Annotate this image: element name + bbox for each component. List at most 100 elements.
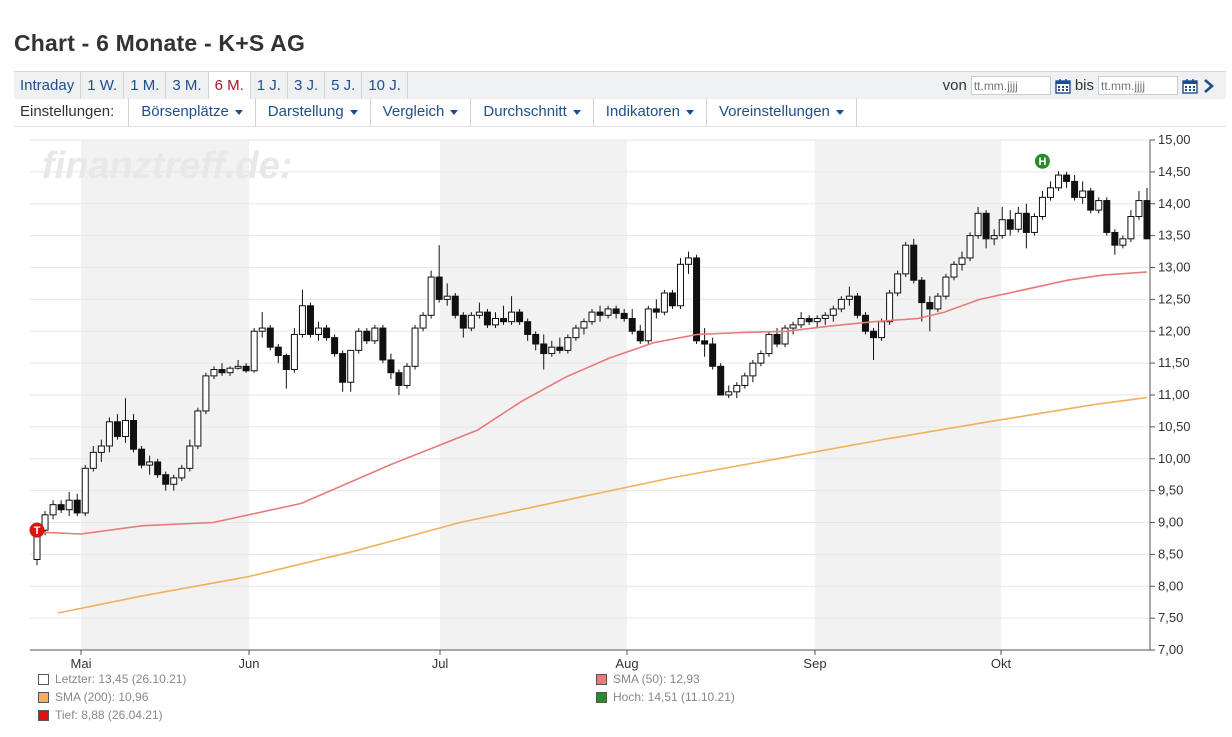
y-tick-label: 13,50 <box>1158 228 1191 243</box>
x-tick-label: Okt <box>991 656 1012 671</box>
calendar-icon[interactable] <box>1055 78 1071 94</box>
y-tick-label: 12,50 <box>1158 291 1191 306</box>
y-tick-label: 8,50 <box>1158 546 1183 561</box>
candle-up <box>797 318 805 326</box>
menu-voreinstellungen[interactable]: Voreinstellungen <box>707 98 857 126</box>
calendar-icon[interactable] <box>1182 78 1198 94</box>
tab-1-w[interactable]: 1 W. <box>81 72 125 99</box>
menu-darstellung[interactable]: Darstellung <box>256 98 371 126</box>
tab-intraday[interactable]: Intraday <box>14 72 82 99</box>
candle-up <box>749 362 757 377</box>
candle-up <box>845 295 853 300</box>
candle-down <box>982 212 990 240</box>
range-toolbar: Intraday 1 W. 1 M. 3 M. 6 M. 1 J. 3 J. 5 J. 10 J… <box>14 71 1226 99</box>
candle-down <box>274 346 282 356</box>
menu-label: Börsenplätze <box>141 103 229 120</box>
settings-label: Einstellungen: <box>14 98 130 126</box>
y-tick-label: 11,50 <box>1158 355 1190 370</box>
x-tick-label: Jun <box>239 656 260 671</box>
tab-5-j[interactable]: 5 J. <box>325 72 363 99</box>
chevron-right-icon[interactable] <box>1202 78 1216 94</box>
candle-down <box>701 340 709 345</box>
candle-up <box>146 461 154 466</box>
y-tick-label: 12,00 <box>1158 323 1191 338</box>
to-date-input[interactable] <box>1098 76 1178 95</box>
candle-down <box>652 308 660 313</box>
candle-up <box>347 349 355 383</box>
candle-up <box>676 263 684 307</box>
candle-up <box>685 257 693 265</box>
candle-down <box>1063 174 1071 182</box>
legend-swatch <box>38 709 49 721</box>
candle-up <box>789 324 797 329</box>
candle-up <box>934 295 942 310</box>
candle-up <box>1135 200 1143 217</box>
candle-down <box>596 311 604 316</box>
menu-vergleich[interactable]: Vergleich <box>371 98 472 126</box>
from-date-input[interactable] <box>970 76 1051 95</box>
candle-down <box>636 330 644 342</box>
candle-up <box>886 292 894 323</box>
menu-boersenplaetze[interactable]: Börsenplätze <box>129 98 256 126</box>
candle-up <box>958 257 966 265</box>
candle-up <box>105 421 113 447</box>
candle-up <box>290 333 298 370</box>
candle-up <box>974 212 982 237</box>
candle-down <box>323 327 331 339</box>
candle-up <box>829 308 837 316</box>
legend-swatch <box>38 691 49 703</box>
candle-up <box>81 467 89 514</box>
candle-up <box>186 445 194 469</box>
candle-down <box>379 327 387 361</box>
candle-down <box>668 292 676 307</box>
menu-indikatoren[interactable]: Indikatoren <box>594 98 707 126</box>
menu-durchschnitt[interactable]: Durchschnitt <box>471 98 594 126</box>
candle-up <box>97 445 105 453</box>
candle-up <box>475 311 483 316</box>
caret-down-icon <box>572 109 581 115</box>
tab-6-m[interactable]: 6 M. <box>208 72 251 99</box>
candle-down <box>532 333 540 345</box>
candle-up <box>170 477 178 485</box>
candle-down <box>612 308 620 314</box>
caret-down-icon <box>685 109 694 115</box>
candle-up <box>298 305 306 335</box>
candle-up <box>733 384 741 393</box>
candle-up <box>178 467 186 479</box>
tab-10-j[interactable]: 10 J. <box>362 72 408 99</box>
legend-label: Letzter: 13,45 (26.10.21) <box>55 672 187 686</box>
candle-up <box>1030 216 1038 233</box>
menu-label: Vergleich <box>382 103 445 120</box>
candle-down <box>620 312 628 319</box>
candle-up <box>548 346 556 355</box>
candle-up <box>588 311 596 323</box>
candle-up <box>1046 187 1054 198</box>
candle-down <box>709 343 717 367</box>
candle-up <box>411 327 419 367</box>
tab-1-m[interactable]: 1 M. <box>124 72 167 99</box>
tab-1-j[interactable]: 1 J. <box>251 72 288 99</box>
caret-down-icon <box>349 109 358 115</box>
candle-down <box>130 420 138 450</box>
legend-item: Letzter: 13,45 (26.10.21) <box>38 672 186 686</box>
candle-down <box>73 499 81 514</box>
candle-down <box>266 327 274 348</box>
candlestick-chart: 15,00 14,50 14,00 13,50 13,00 12,50 12,00 11,50… <box>29 132 1191 671</box>
candle-up <box>725 391 733 396</box>
candle-down <box>926 302 934 310</box>
y-tick-label: 9,00 <box>1158 515 1183 530</box>
candle-up <box>580 321 588 329</box>
tab-3-j[interactable]: 3 J. <box>288 72 326 99</box>
y-tick-label: 9,50 <box>1158 483 1183 498</box>
candle-up <box>998 219 1006 237</box>
x-tick-label: Sep <box>803 656 826 671</box>
tab-3-m[interactable]: 3 M. <box>166 72 209 99</box>
date-range: von bis <box>943 72 1216 99</box>
candle-down <box>1103 200 1111 233</box>
candle-down <box>162 474 170 485</box>
legend-swatch <box>596 673 607 685</box>
candle-up <box>1095 200 1103 211</box>
candle-down <box>870 330 878 339</box>
candle-up <box>49 504 57 516</box>
candle-down <box>773 333 781 345</box>
